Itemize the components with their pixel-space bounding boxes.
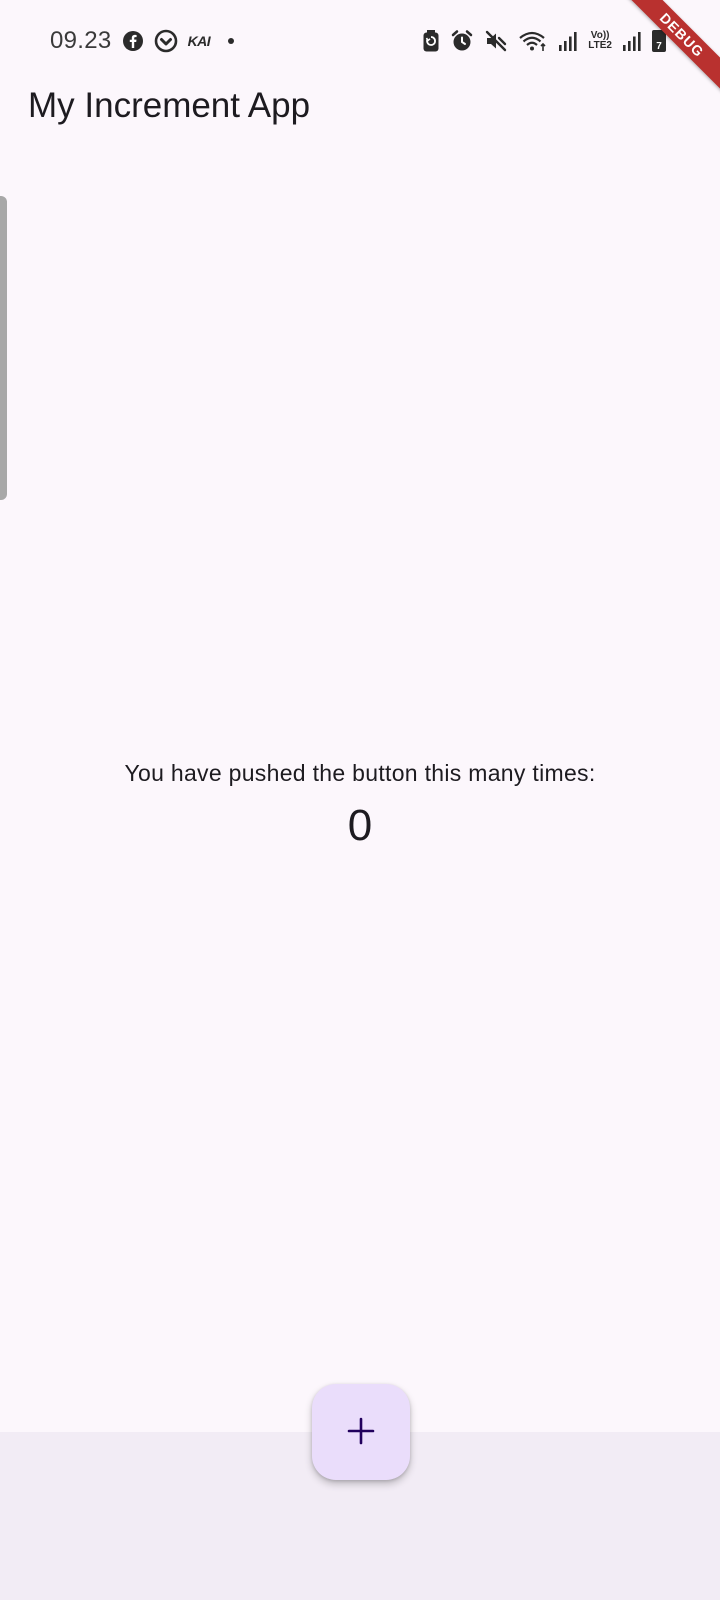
add-icon (346, 1416, 376, 1449)
status-right-group: Vo)) LTE2 7 (422, 26, 666, 56)
facebook-icon (122, 30, 144, 52)
status-time: 09.23 (50, 27, 112, 54)
battery-icon: 7 (652, 30, 666, 52)
notification-dot-icon (228, 38, 235, 44)
app-bar: My Increment App (0, 80, 720, 136)
status-bar: 09.23 KAI Vo)) LTE2 7 (0, 0, 720, 80)
page-title: My Increment App (28, 86, 311, 125)
mute-icon (484, 29, 508, 53)
counter-value: 0 (347, 801, 373, 850)
app-screen: 09.23 KAI Vo)) LTE2 7 DEBUG My Increment… (0, 0, 720, 1600)
volte-line2: LTE2 (588, 40, 612, 51)
signal-icon (558, 30, 578, 52)
ring-app-icon (154, 29, 178, 53)
battery-saver-icon (422, 29, 440, 53)
counter-area: You have pushed the button this many tim… (0, 760, 720, 851)
kai-app-icon: KAI (187, 33, 211, 49)
edge-panel-handle[interactable] (0, 196, 7, 500)
volte-icon: Vo)) LTE2 (588, 31, 612, 51)
signal-icon (622, 30, 642, 52)
wifi-icon (518, 29, 548, 53)
increment-button[interactable] (312, 1384, 410, 1480)
status-left-group: 09.23 KAI (50, 24, 235, 58)
alarm-icon (450, 29, 474, 53)
counter-caption: You have pushed the button this many tim… (124, 760, 596, 786)
